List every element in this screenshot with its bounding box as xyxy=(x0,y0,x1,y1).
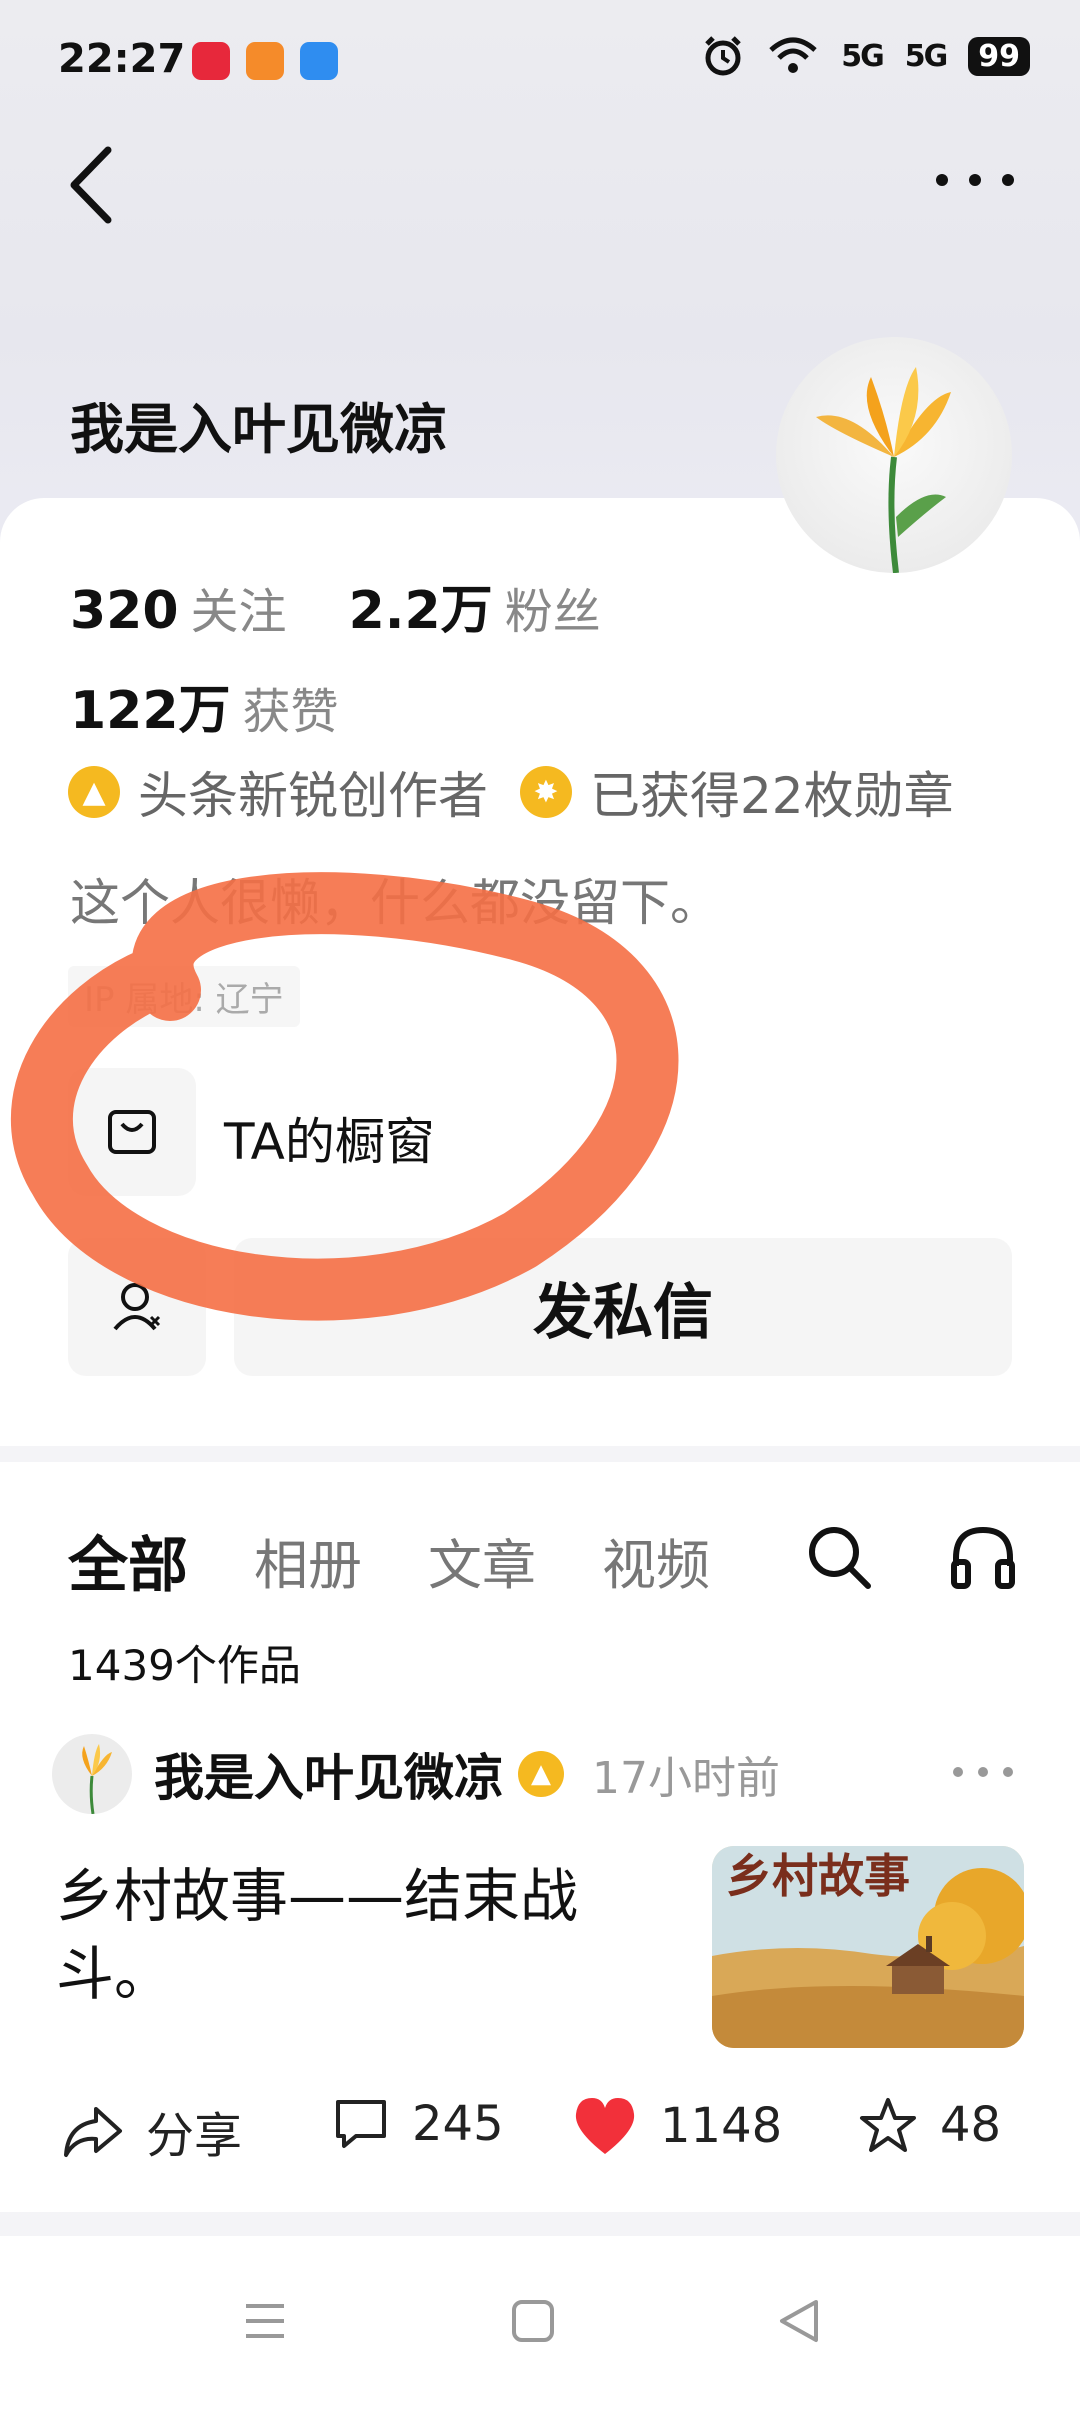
post-time: 17小时前 xyxy=(592,1753,780,1804)
post-thumbnail[interactable]: 乡村故事 xyxy=(712,1846,1024,2048)
app-notification-icon xyxy=(246,42,284,80)
post-more-icon[interactable] xyxy=(948,1760,1018,1784)
menu-icon[interactable] xyxy=(240,2296,290,2346)
fans-label[interactable]: 粉丝 xyxy=(505,572,601,642)
thumbnail-title: 乡村故事 xyxy=(726,1849,910,1903)
likes-stats: 122万 获赞 xyxy=(70,668,401,743)
share-button[interactable]: 分享 xyxy=(62,2096,242,2166)
profile-name: 我是入叶见微凉 xyxy=(70,398,448,461)
works-section: 全部 相册 文章 视频 1439个作品 我是入叶见微凉 ▲ 17小时前 乡村故事… xyxy=(0,1462,1080,2212)
comment-icon xyxy=(336,2100,386,2148)
heart-icon xyxy=(575,2098,635,2154)
system-nav-bar xyxy=(0,2236,1080,2412)
status-indicators: 5G 5G 99 xyxy=(701,34,1030,78)
back-nav-icon[interactable] xyxy=(774,2296,824,2346)
status-time: 22:27 xyxy=(58,36,186,82)
signal-5g-1: 5G xyxy=(841,38,884,74)
likes-count: 122万 xyxy=(70,681,231,741)
post-title[interactable]: 乡村故事——结束战斗。 xyxy=(56,1857,676,2013)
status-bar: 22:27 5G 5G 99 xyxy=(0,0,1080,120)
signal-5g-2: 5G xyxy=(904,38,948,74)
post-actions: 分享 245 1148 48 xyxy=(62,2096,1022,2176)
content-tabs: 全部 相册 文章 视频 xyxy=(68,1517,776,1604)
creator-badges[interactable]: ▲ 头条新锐创作者 ✸ 已获得22枚勋章 xyxy=(68,756,954,828)
tab-all[interactable]: 全部 xyxy=(68,1517,188,1604)
follow-stats: 320 关注 2.2万 粉丝 xyxy=(70,568,663,643)
fans-count[interactable]: 2.2万 xyxy=(349,568,493,643)
share-label: 分享 xyxy=(146,2108,243,2164)
following-count[interactable]: 320 xyxy=(70,581,179,641)
favorite-button[interactable]: 48 xyxy=(858,2096,1001,2154)
post-author-avatar[interactable] xyxy=(52,1734,132,1814)
medal-icon: ✸ xyxy=(520,766,572,818)
post-author-name[interactable]: 我是入叶见微凉 xyxy=(154,1738,504,1810)
creator-badge-label: 头条新锐创作者 xyxy=(138,767,488,825)
follow-user-icon xyxy=(113,1283,161,1331)
profile-card: 320 关注 2.2万 粉丝 122万 获赞 ▲ 头条新锐创作者 ✸ 已获得22… xyxy=(0,498,1080,1446)
comment-button[interactable]: 245 xyxy=(332,2096,504,2152)
medal-label: 已获得22枚勋章 xyxy=(590,767,954,825)
star-icon xyxy=(860,2098,916,2152)
shop-label[interactable]: TA的橱窗 xyxy=(224,1102,435,1174)
ip-location: IP 属地: 辽宁 xyxy=(68,966,300,1027)
search-icon[interactable] xyxy=(804,1522,874,1592)
wifi-icon xyxy=(769,37,817,73)
post-author[interactable]: 我是入叶见微凉 ▲ 17小时前 xyxy=(52,1734,780,1814)
follow-button[interactable] xyxy=(68,1238,206,1376)
like-count: 1148 xyxy=(660,2098,783,2154)
creator-badge-icon: ▲ xyxy=(518,1751,564,1797)
shop-button[interactable] xyxy=(68,1068,196,1196)
profile-bio: 这个人很懒，什么都没留下。 xyxy=(70,874,720,932)
more-icon[interactable] xyxy=(930,165,1020,195)
app-notification-icon xyxy=(300,42,338,80)
likes-label: 获赞 xyxy=(242,684,339,740)
home-icon[interactable] xyxy=(508,2296,558,2346)
send-message-button[interactable]: 发私信 xyxy=(234,1238,1012,1376)
creator-badge-icon: ▲ xyxy=(68,766,120,818)
favorite-count: 48 xyxy=(940,2097,1002,2153)
back-icon[interactable] xyxy=(60,140,130,230)
tab-articles[interactable]: 文章 xyxy=(428,1521,536,1600)
like-button[interactable]: 1148 xyxy=(572,2096,782,2156)
works-count: 1439个作品 xyxy=(68,1641,301,1690)
alarm-icon xyxy=(705,36,742,76)
following-label[interactable]: 关注 xyxy=(191,572,287,642)
headphones-icon[interactable] xyxy=(948,1522,1018,1592)
profile-avatar[interactable] xyxy=(776,337,1012,573)
tab-album[interactable]: 相册 xyxy=(254,1521,362,1600)
comment-count: 245 xyxy=(412,2096,504,2152)
share-icon xyxy=(64,2107,122,2157)
tab-videos[interactable]: 视频 xyxy=(602,1521,710,1600)
shop-icon xyxy=(108,1110,156,1154)
battery-level: 99 xyxy=(968,36,1030,76)
app-notification-icon xyxy=(192,42,230,80)
